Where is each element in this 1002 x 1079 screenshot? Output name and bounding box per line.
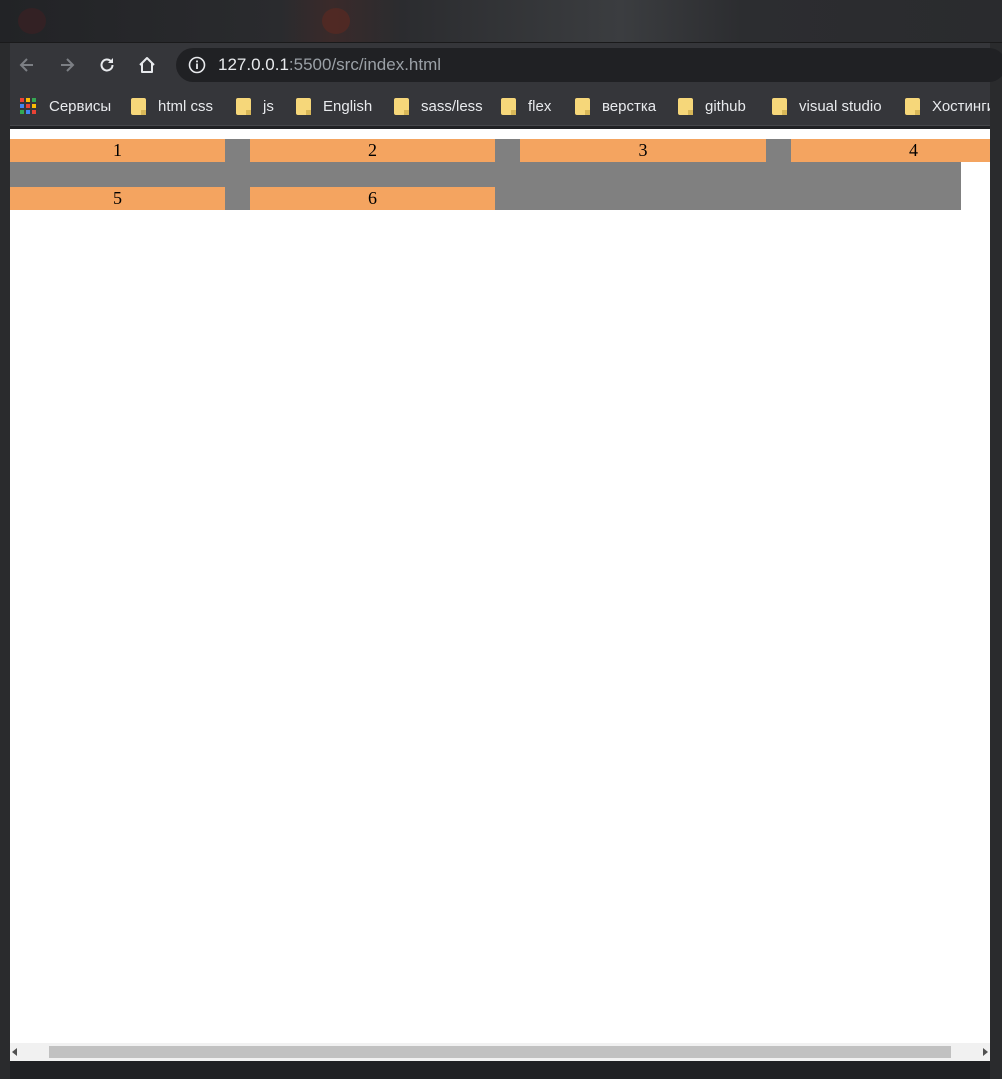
bookmark-verstka[interactable]: верстка: [575, 95, 656, 117]
address-bar[interactable]: 127.0.0.1:5500/src/index.html: [176, 48, 1002, 82]
arrow-right-icon: [61, 58, 75, 72]
url-host: 127.0.0.1: [218, 55, 289, 74]
flex-item-4: 4: [791, 139, 990, 162]
reload-icon: [100, 58, 114, 72]
browser-window: 127.0.0.1:5500/src/index.html Сервисы ht…: [10, 43, 1002, 1079]
flex-item-5: 5: [10, 187, 225, 210]
desktop-frame: 127.0.0.1:5500/src/index.html Сервисы ht…: [0, 0, 1002, 1079]
bookmark-label: html css: [158, 97, 214, 115]
folder-icon: [131, 97, 146, 115]
folder-icon: [501, 97, 516, 115]
scroll-left-icon[interactable]: [12, 1048, 17, 1056]
flex-item-2: 2: [250, 139, 495, 162]
blurred-tab-icon: [322, 8, 350, 34]
bookmark-english[interactable]: English: [296, 95, 372, 117]
apps-icon: [20, 97, 37, 115]
url-text[interactable]: 127.0.0.1:5500/src/index.html: [218, 55, 441, 75]
folder-icon: [905, 97, 920, 115]
reload-button[interactable]: [93, 51, 121, 79]
scroll-right-icon[interactable]: [983, 1048, 988, 1056]
back-button[interactable]: [13, 51, 41, 79]
browser-toolbar: 127.0.0.1:5500/src/index.html: [10, 43, 1002, 87]
bookmark-hosting[interactable]: Хостинги: [905, 95, 990, 117]
flex-item-1: 1: [10, 139, 225, 162]
folder-icon: [394, 97, 409, 115]
folder-icon: [772, 97, 787, 115]
bookmark-visual-studio[interactable]: visual studio: [772, 95, 882, 117]
bookmarks-bar: Сервисы html css js English sass/less fl…: [10, 87, 990, 126]
bookmark-label: верстка: [602, 97, 657, 115]
flex-item-6: 6: [250, 187, 495, 210]
folder-icon: [296, 97, 311, 115]
bookmark-flex[interactable]: flex: [501, 95, 551, 117]
bookmark-js[interactable]: js: [236, 95, 274, 117]
bookmark-services[interactable]: Сервисы: [20, 95, 111, 117]
bookmark-html-css[interactable]: html css: [131, 95, 213, 117]
bookmark-label: github: [705, 97, 746, 115]
blurred-tab-icon: [18, 8, 46, 34]
horizontal-scrollbar[interactable]: [10, 1043, 990, 1061]
bookmark-label: js: [263, 97, 274, 115]
info-icon[interactable]: [188, 56, 206, 74]
arrow-left-icon: [19, 58, 33, 72]
folder-icon: [236, 97, 251, 115]
folder-icon: [575, 97, 590, 115]
scrollbar-thumb[interactable]: [49, 1046, 951, 1058]
window-title-strip: [0, 0, 1002, 43]
bookmark-label: flex: [528, 97, 552, 115]
bookmark-label: Сервисы: [49, 97, 112, 115]
bookmark-label: Хостинги: [932, 97, 990, 115]
bookmark-github[interactable]: github: [678, 95, 746, 117]
bookmark-label: English: [323, 97, 373, 115]
forward-button[interactable]: [53, 51, 81, 79]
flex-item-3: 3: [520, 139, 766, 162]
home-icon: [139, 57, 155, 73]
home-button[interactable]: [133, 51, 161, 79]
bookmark-label: visual studio: [799, 97, 882, 115]
folder-icon: [678, 97, 693, 115]
bookmark-sass-less[interactable]: sass/less: [394, 95, 483, 117]
url-path: :5500/src/index.html: [288, 55, 442, 74]
bookmark-label: sass/less: [421, 97, 483, 115]
page-viewport: 1 2 3 4 5 6: [10, 129, 990, 1061]
